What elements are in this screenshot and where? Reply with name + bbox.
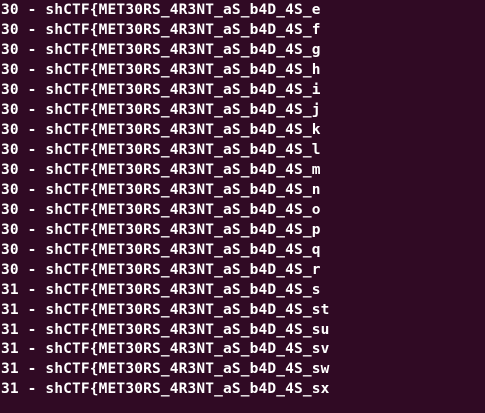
terminal-line: 31 - shCTF{MET30RS_4R3NT_aS_b4D_4S_sx [1, 381, 330, 398]
terminal-line: 30 - shCTF{MET30RS_4R3NT_aS_b4D_4S_r [1, 261, 321, 278]
terminal-line: 30 - shCTF{MET30RS_4R3NT_aS_b4D_4S_p [1, 221, 321, 238]
terminal-line: 30 - shCTF{MET30RS_4R3NT_aS_b4D_4S_i [1, 81, 321, 98]
terminal-output[interactable]: 30 - shCTF{MET30RS_4R3NT_aS_b4D_4S_e 30 … [0, 0, 485, 413]
terminal-line: 31 - shCTF{MET30RS_4R3NT_aS_b4D_4S_st [1, 301, 330, 318]
terminal-line: 31 - shCTF{MET30RS_4R3NT_aS_b4D_4S_su [1, 321, 330, 338]
terminal-line: 30 - shCTF{MET30RS_4R3NT_aS_b4D_4S_q [1, 241, 321, 258]
terminal-line: 31 - shCTF{MET30RS_4R3NT_aS_b4D_4S_s [1, 281, 321, 298]
terminal-line: 30 - shCTF{MET30RS_4R3NT_aS_b4D_4S_o [1, 201, 321, 218]
terminal-line: 30 - shCTF{MET30RS_4R3NT_aS_b4D_4S_f [1, 21, 321, 38]
terminal-line: 31 - shCTF{MET30RS_4R3NT_aS_b4D_4S_sv [1, 341, 330, 358]
terminal-line: 30 - shCTF{MET30RS_4R3NT_aS_b4D_4S_e [1, 2, 321, 18]
terminal-line: 30 - shCTF{MET30RS_4R3NT_aS_b4D_4S_g [1, 41, 321, 58]
terminal-line: 30 - shCTF{MET30RS_4R3NT_aS_b4D_4S_h [1, 61, 321, 78]
terminal-line: 31 - shCTF{MET30RS_4R3NT_aS_b4D_4S_sw [1, 361, 330, 378]
terminal-line: 30 - shCTF{MET30RS_4R3NT_aS_b4D_4S_j [1, 101, 321, 118]
terminal-line: 30 - shCTF{MET30RS_4R3NT_aS_b4D_4S_m [1, 161, 321, 178]
terminal-line: 30 - shCTF{MET30RS_4R3NT_aS_b4D_4S_n [1, 181, 321, 198]
terminal-line: 30 - shCTF{MET30RS_4R3NT_aS_b4D_4S_l [1, 141, 321, 158]
terminal-line: 30 - shCTF{MET30RS_4R3NT_aS_b4D_4S_k [1, 121, 321, 138]
